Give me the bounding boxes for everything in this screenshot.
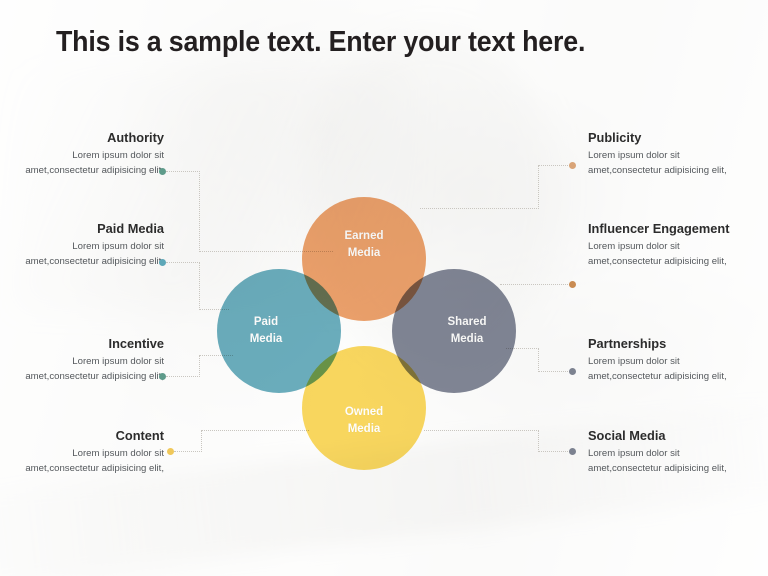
label-authority[interactable]: Authority Lorem ipsum dolor sit amet,con… bbox=[14, 130, 164, 179]
venn-circle-owned-media-line1: Owned bbox=[344, 405, 384, 418]
slide-canvas: This is a sample text. Enter your text h… bbox=[0, 0, 768, 576]
venn-circle-owned-media[interactable]: Owned Media bbox=[302, 346, 426, 470]
label-incentive-dot bbox=[159, 373, 166, 380]
label-social-media-dot bbox=[569, 448, 576, 455]
venn-circle-paid-media-line1: Paid bbox=[253, 315, 279, 328]
label-publicity-dot bbox=[569, 162, 576, 169]
label-paid-media-body: Lorem ipsum dolor sit amet,consectetur a… bbox=[25, 241, 164, 267]
label-paid-media[interactable]: Paid Media Lorem ipsum dolor sit amet,co… bbox=[14, 221, 164, 270]
venn-circle-earned-media-line1: Earned bbox=[344, 229, 384, 242]
label-publicity[interactable]: Publicity Lorem ipsum dolor sit amet,con… bbox=[588, 130, 738, 179]
label-partnerships-title: Partnerships bbox=[588, 336, 667, 351]
venn-circle-shared-media-line2: Media bbox=[450, 333, 484, 345]
venn-circle-paid-media-line2: Media bbox=[249, 333, 283, 345]
label-content[interactable]: Content Lorem ipsum dolor sit amet,conse… bbox=[14, 428, 164, 477]
venn-circle-earned-media-line2: Media bbox=[347, 247, 381, 259]
label-publicity-body: Lorem ipsum dolor sit amet,consectetur a… bbox=[588, 150, 727, 176]
label-authority-body: Lorem ipsum dolor sit amet,consectetur a… bbox=[25, 150, 164, 176]
label-paid-media-dot bbox=[159, 259, 166, 266]
label-content-body: Lorem ipsum dolor sit amet,consectetur a… bbox=[25, 448, 164, 474]
label-incentive[interactable]: Incentive Lorem ipsum dolor sit amet,con… bbox=[14, 336, 164, 385]
label-incentive-title: Incentive bbox=[108, 336, 164, 351]
label-influencer-engagement-dot bbox=[569, 281, 576, 288]
label-partnerships[interactable]: Partnerships Lorem ipsum dolor sit amet,… bbox=[588, 336, 738, 385]
label-partnerships-dot bbox=[569, 368, 576, 375]
label-influencer-engagement-body: Lorem ipsum dolor sit amet,consectetur a… bbox=[588, 241, 727, 267]
label-authority-title: Authority bbox=[107, 130, 164, 145]
label-influencer-engagement[interactable]: Influencer Engagement Lorem ipsum dolor … bbox=[588, 221, 738, 270]
label-influencer-engagement-title: Influencer Engagement bbox=[588, 221, 730, 236]
label-publicity-title: Publicity bbox=[588, 130, 642, 145]
venn-circle-shared-media-line1: Shared bbox=[447, 315, 487, 328]
label-authority-dot bbox=[159, 168, 166, 175]
venn-diagram: Earned Media Paid Media Shared Media Own… bbox=[0, 0, 768, 576]
label-partnerships-body: Lorem ipsum dolor sit amet,consectetur a… bbox=[588, 356, 727, 382]
label-content-dot bbox=[167, 448, 174, 455]
label-social-media-body: Lorem ipsum dolor sit amet,consectetur a… bbox=[588, 448, 727, 474]
label-social-media-title: Social Media bbox=[588, 428, 666, 443]
venn-circle-owned-media-line2: Media bbox=[347, 423, 381, 435]
label-incentive-body: Lorem ipsum dolor sit amet,consectetur a… bbox=[25, 356, 164, 382]
label-paid-media-title: Paid Media bbox=[97, 221, 164, 236]
label-social-media[interactable]: Social Media Lorem ipsum dolor sit amet,… bbox=[588, 428, 738, 477]
label-content-title: Content bbox=[115, 428, 164, 443]
